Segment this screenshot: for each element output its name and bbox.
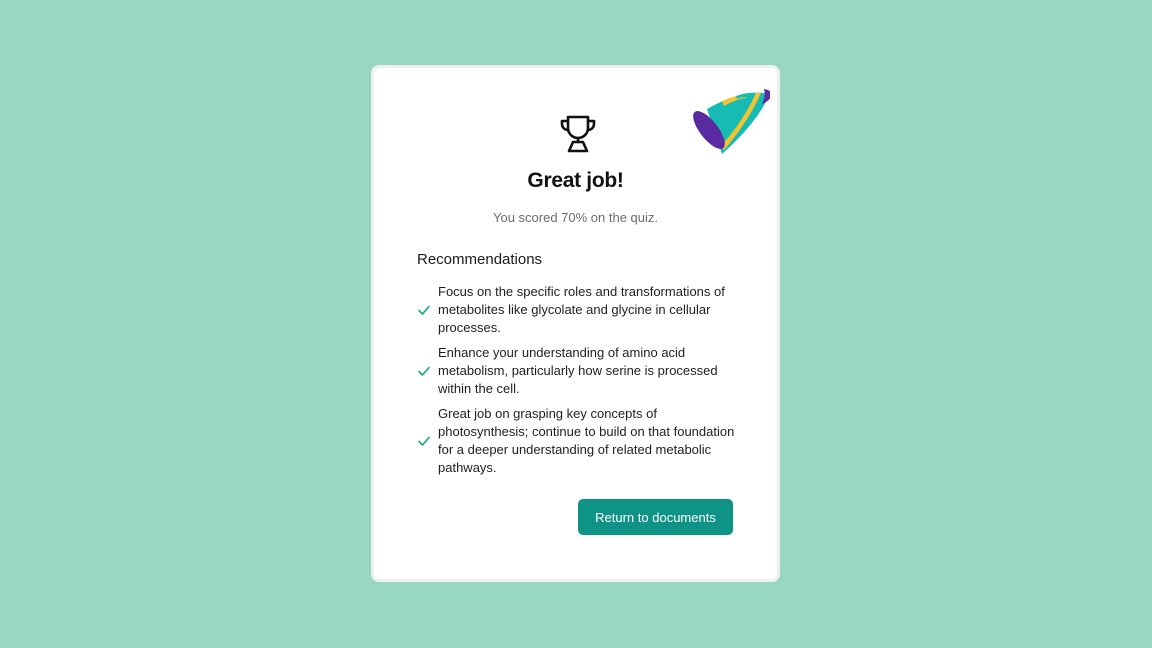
recommendation-item: Enhance your understanding of amino acid… bbox=[417, 344, 747, 398]
result-title: Great job! bbox=[527, 169, 624, 192]
recommendation-text: Focus on the specific roles and transfor… bbox=[438, 284, 725, 335]
party-popper-icon bbox=[693, 89, 770, 154]
recommendations-list: Focus on the specific roles and transfor… bbox=[417, 283, 747, 484]
recommendation-text: Enhance your understanding of amino acid… bbox=[438, 345, 718, 396]
recommendation-item: Great job on grasping key concepts of ph… bbox=[417, 405, 747, 477]
score-text: You scored 70% on the quiz. bbox=[492, 210, 659, 225]
check-icon bbox=[417, 303, 438, 317]
return-to-documents-button[interactable]: Return to documents bbox=[578, 499, 733, 535]
check-icon bbox=[417, 364, 438, 378]
recommendation-text: Great job on grasping key concepts of ph… bbox=[438, 406, 735, 475]
trophy-icon bbox=[560, 115, 596, 153]
recommendation-item: Focus on the specific roles and transfor… bbox=[417, 283, 747, 337]
quiz-result-card: Great job! You scored 70% on the quiz. R… bbox=[371, 65, 780, 582]
recommendations-heading: Recommendations bbox=[417, 251, 543, 268]
check-icon bbox=[417, 434, 438, 448]
